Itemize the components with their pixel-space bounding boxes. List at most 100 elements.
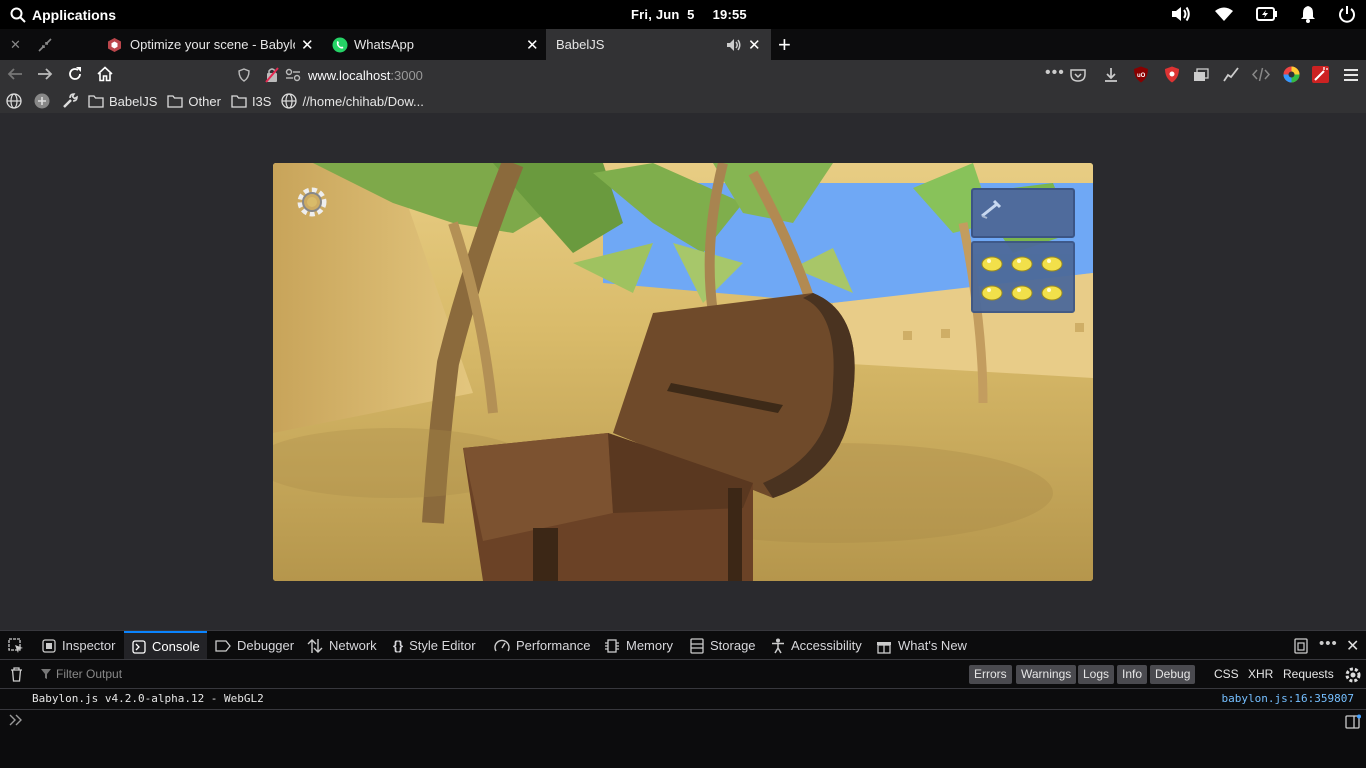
gold-coin-icon (1041, 285, 1063, 301)
url-text[interactable]: www.localhost:3000 (308, 68, 423, 83)
filter-debug-button[interactable]: Debug (1150, 665, 1196, 684)
applications-menu[interactable]: Applications (10, 7, 116, 23)
inspector-icon (42, 638, 56, 653)
add-bookmark-icon[interactable] (34, 93, 50, 109)
devtools-tab-storage[interactable]: Storage (690, 631, 756, 660)
restore-window-icon[interactable] (38, 38, 52, 52)
babylon-render-canvas[interactable] (273, 163, 1093, 581)
devtools-tab-debugger[interactable]: Debugger (215, 631, 294, 660)
devtools-tab-network[interactable]: Network (307, 631, 377, 660)
insecure-lock-icon[interactable] (265, 67, 279, 83)
filter-errors-button[interactable]: Errors (969, 665, 1012, 684)
responsive-design-icon[interactable] (1293, 638, 1309, 654)
storage-icon (690, 637, 704, 654)
weapon-slot[interactable] (971, 188, 1075, 238)
tab-babeljs[interactable]: BabelJS ✕ (546, 29, 771, 60)
filter-css-button[interactable]: CSS (1214, 667, 1239, 681)
clock-date: Fri, Jun 5 (631, 7, 695, 22)
gold-coin-icon (1041, 256, 1063, 272)
console-icon (132, 639, 146, 654)
bookmark-local-file[interactable]: //home/chihab/Dow... (281, 93, 424, 109)
bookmark-label: //home/chihab/Dow... (302, 93, 424, 109)
filter-warnings-button[interactable]: Warnings (1016, 665, 1077, 684)
devtools-tab-label: Performance (516, 638, 591, 653)
permissions-icon[interactable] (285, 68, 301, 82)
bookmark-folder-babeljs[interactable]: BabelJS (88, 94, 157, 109)
wrench-icon[interactable] (62, 93, 78, 109)
power-icon[interactable] (1338, 5, 1356, 23)
reload-icon[interactable] (67, 66, 83, 82)
console-settings-gear-icon[interactable] (1344, 666, 1362, 684)
devtools-tab-console[interactable]: Console (124, 631, 207, 660)
filter-logs-button[interactable]: Logs (1078, 665, 1115, 684)
devtools-tab-label: Network (329, 638, 377, 653)
console-input[interactable] (30, 712, 1330, 730)
performance-icon (494, 639, 510, 651)
close-window-icon[interactable]: ✕ (10, 37, 21, 53)
close-devtools-icon[interactable]: ✕ (1346, 636, 1359, 656)
devtools-options-icon[interactable]: ••• (1319, 635, 1338, 652)
filter-info-button[interactable]: Info (1117, 665, 1148, 684)
folder-icon (88, 95, 104, 108)
privacy-badger-icon[interactable] (1164, 66, 1180, 83)
devtools-tab-label: Accessibility (791, 638, 862, 653)
bookmark-folder-i3s[interactable]: I3S (231, 94, 271, 109)
devtools-tab-inspector[interactable]: Inspector (36, 631, 124, 660)
close-tab-icon[interactable]: ✕ (301, 36, 314, 54)
hamburger-menu-icon[interactable] (1343, 68, 1359, 82)
tab-whatsapp[interactable]: WhatsApp ✕ (322, 29, 546, 60)
close-tab-icon[interactable]: ✕ (526, 36, 539, 54)
tab-strip: ✕ Optimize your scene - Babylon.js ✕ Wha… (0, 29, 1366, 60)
devtools-tab-memory[interactable]: Memory (604, 631, 673, 660)
folder-icon (231, 95, 247, 108)
globe-icon[interactable] (6, 93, 22, 109)
filter-placeholder: Filter Output (56, 667, 123, 681)
shield-icon[interactable] (238, 68, 250, 82)
element-picker-icon[interactable] (8, 638, 24, 654)
graph-extension-icon[interactable] (1223, 67, 1239, 82)
devtools-tab-whats-new[interactable]: What's New (876, 631, 967, 660)
new-tab-button[interactable]: + (778, 32, 791, 58)
filter-xhr-button[interactable]: XHR (1248, 667, 1273, 681)
pocket-icon[interactable] (1070, 68, 1086, 82)
filter-output-input[interactable]: Filter Output (40, 667, 122, 681)
bookmark-label: BabelJS (109, 93, 158, 109)
babylon-icon (108, 37, 121, 52)
code-icon[interactable] (1252, 67, 1270, 82)
color-picker-icon[interactable] (1283, 66, 1300, 83)
filter-requests-button[interactable]: Requests (1283, 667, 1334, 681)
page-actions-icon[interactable]: ••• (1045, 64, 1065, 82)
debugger-icon (215, 639, 231, 652)
ublock-icon[interactable]: uO (1133, 66, 1149, 83)
log-message: Babylon.js v4.2.0-alpha.12 - WebGL2 (32, 692, 264, 705)
settings-gear-icon[interactable] (295, 183, 329, 221)
trash-icon[interactable] (10, 667, 23, 682)
forward-icon[interactable] (37, 66, 53, 82)
bookmark-folder-other[interactable]: Other (167, 94, 221, 109)
split-console-icon[interactable] (1345, 714, 1361, 730)
download-icon[interactable] (1103, 67, 1119, 83)
magic-wand-icon[interactable] (1312, 66, 1329, 83)
clock-time: 19:55 (712, 7, 747, 22)
devtools-tab-style-editor[interactable]: {} Style Editor (393, 631, 476, 660)
close-tab-icon[interactable]: ✕ (748, 36, 761, 54)
audio-playing-icon[interactable] (726, 38, 742, 52)
url-bar[interactable]: www.localhost:3000 ••• (230, 62, 1095, 88)
tabs-manager-icon[interactable] (1193, 67, 1209, 82)
devtools-tab-label: Debugger (237, 638, 295, 653)
back-icon[interactable] (7, 66, 23, 82)
log-source-link[interactable]: babylon.js:16:359807 (1222, 692, 1354, 705)
volume-icon[interactable] (1170, 5, 1192, 23)
devtools-tabbar: Inspector Console Debugger Network {} St… (0, 630, 1366, 660)
notification-bell-icon[interactable] (1300, 5, 1316, 23)
clock[interactable]: Fri, Jun 5 19:55 (631, 7, 747, 22)
home-icon[interactable] (97, 66, 113, 82)
devtools-tab-accessibility[interactable]: Accessibility (771, 631, 862, 660)
devtools-tab-label: Style Editor (409, 638, 476, 653)
gold-coin-icon (1011, 256, 1033, 272)
tab-babylon[interactable]: Optimize your scene - Babylon.js ✕ (100, 29, 322, 60)
battery-icon[interactable] (1256, 7, 1278, 21)
devtools-tab-performance[interactable]: Performance (494, 631, 590, 660)
bookmark-label: Other (188, 93, 221, 109)
wifi-icon[interactable] (1214, 6, 1234, 22)
